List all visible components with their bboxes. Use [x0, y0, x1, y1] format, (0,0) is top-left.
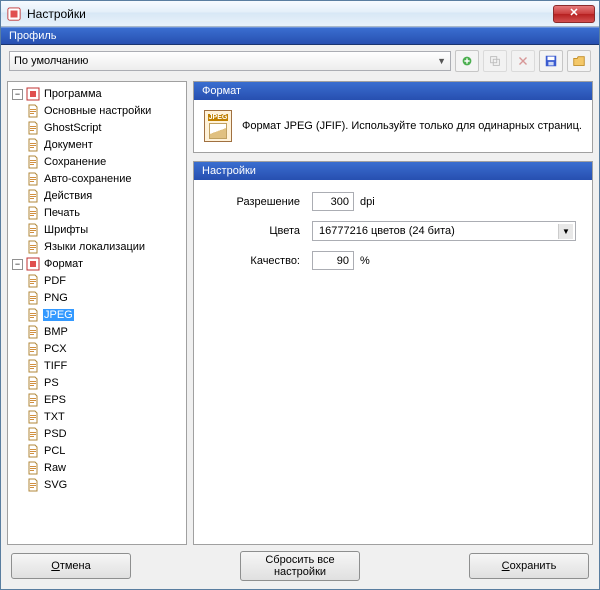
file-icon — [26, 359, 40, 373]
file-icon — [26, 342, 40, 356]
tree-format-item[interactable]: SVG — [10, 477, 184, 493]
quality-unit: % — [360, 255, 370, 267]
content-area: − Программа Основные настройкиGhostScrip… — [1, 77, 599, 549]
profile-open-button[interactable] — [567, 50, 591, 72]
collapse-icon[interactable]: − — [12, 89, 23, 100]
close-icon: ✕ — [569, 8, 578, 19]
quality-label: Качество: — [210, 255, 300, 267]
resolution-unit: dpi — [360, 196, 375, 208]
profile-delete-button[interactable] — [511, 50, 535, 72]
settings-group-caption: Настройки — [194, 162, 592, 180]
file-icon — [26, 376, 40, 390]
tree-format[interactable]: − Формат — [10, 256, 184, 272]
profile-caption: Профиль — [9, 30, 57, 42]
right-pane: Формат JPEG Формат JPEG (JFIF). Использу… — [193, 81, 593, 545]
file-icon — [26, 274, 40, 288]
close-button[interactable]: ✕ — [553, 5, 595, 23]
chevron-down-icon: ▼ — [437, 56, 446, 66]
file-icon — [26, 240, 40, 254]
resolution-label: Разрешение — [210, 196, 300, 208]
tree-format-item[interactable]: JPEG — [10, 307, 184, 323]
colors-select[interactable]: 16777216 цветов (24 бита) ▼ — [312, 221, 576, 241]
tree-program-item[interactable]: Печать — [10, 205, 184, 221]
cancel-button[interactable]: Отмена — [11, 553, 131, 579]
tree-format-item[interactable]: BMP — [10, 324, 184, 340]
file-icon — [26, 138, 40, 152]
tree-format-item[interactable]: TIFF — [10, 358, 184, 374]
app-icon — [7, 7, 21, 21]
reset-button[interactable]: Сбросить все настройки — [240, 551, 360, 581]
file-icon — [26, 223, 40, 237]
tree-program-item[interactable]: Шрифты — [10, 222, 184, 238]
file-icon — [26, 291, 40, 305]
program-icon — [26, 87, 40, 101]
tree-format-item[interactable]: PS — [10, 375, 184, 391]
settings-tree[interactable]: − Программа Основные настройкиGhostScrip… — [7, 81, 187, 545]
tree-program-item[interactable]: GhostScript — [10, 120, 184, 136]
file-icon — [26, 206, 40, 220]
profile-toolbar: По умолчанию ▼ — [1, 45, 599, 77]
tree-program-item[interactable]: Сохранение — [10, 154, 184, 170]
file-icon — [26, 104, 40, 118]
file-icon — [26, 427, 40, 441]
tree-program-item[interactable]: Основные настройки — [10, 103, 184, 119]
file-icon — [26, 325, 40, 339]
tree-program-item[interactable]: Документ — [10, 137, 184, 153]
file-icon — [26, 410, 40, 424]
tree-format-item[interactable]: PCX — [10, 341, 184, 357]
tree-program-item[interactable]: Действия — [10, 188, 184, 204]
profile-new-button[interactable] — [455, 50, 479, 72]
format-description: Формат JPEG (JFIF). Используйте только д… — [242, 120, 582, 132]
window-title: Настройки — [27, 7, 553, 21]
save-button[interactable]: Сохранить — [469, 553, 589, 579]
settings-window: Настройки ✕ Профиль По умолчанию ▼ − Про… — [0, 0, 600, 590]
tree-format-item[interactable]: TXT — [10, 409, 184, 425]
file-icon — [26, 308, 40, 322]
file-icon — [26, 155, 40, 169]
chevron-down-icon: ▼ — [558, 224, 573, 239]
profile-caption-bar: Профиль — [1, 27, 599, 45]
collapse-icon[interactable]: − — [12, 259, 23, 270]
tree-format-item[interactable]: PDF — [10, 273, 184, 289]
settings-group: Настройки Разрешение dpi Цвета 16777216 … — [193, 161, 593, 545]
title-bar: Настройки ✕ — [1, 1, 599, 27]
profile-save-button[interactable] — [539, 50, 563, 72]
colors-label: Цвета — [210, 225, 300, 237]
file-icon — [26, 189, 40, 203]
resolution-input[interactable] — [312, 192, 354, 211]
jpeg-icon: JPEG — [204, 110, 232, 142]
file-icon — [26, 121, 40, 135]
tree-format-item[interactable]: Raw — [10, 460, 184, 476]
tree-program[interactable]: − Программа — [10, 86, 184, 102]
button-bar: Отмена Сбросить все настройки Сохранить — [1, 549, 599, 589]
file-icon — [26, 393, 40, 407]
format-group-caption: Формат — [194, 82, 592, 100]
profile-select[interactable]: По умолчанию ▼ — [9, 51, 451, 71]
profile-selected-value: По умолчанию — [14, 55, 88, 67]
tree-format-item[interactable]: PCL — [10, 443, 184, 459]
file-icon — [26, 444, 40, 458]
tree-format-item[interactable]: PNG — [10, 290, 184, 306]
tree-program-item[interactable]: Языки локализации — [10, 239, 184, 255]
colors-value: 16777216 цветов (24 бита) — [319, 225, 455, 237]
file-icon — [26, 172, 40, 186]
file-icon — [26, 478, 40, 492]
format-group: Формат JPEG Формат JPEG (JFIF). Использу… — [193, 81, 593, 153]
quality-input[interactable] — [312, 251, 354, 270]
file-icon — [26, 461, 40, 475]
tree-format-item[interactable]: PSD — [10, 426, 184, 442]
tree-program-item[interactable]: Авто-сохранение — [10, 171, 184, 187]
tree-format-item[interactable]: EPS — [10, 392, 184, 408]
profile-copy-button[interactable] — [483, 50, 507, 72]
format-icon — [26, 257, 40, 271]
